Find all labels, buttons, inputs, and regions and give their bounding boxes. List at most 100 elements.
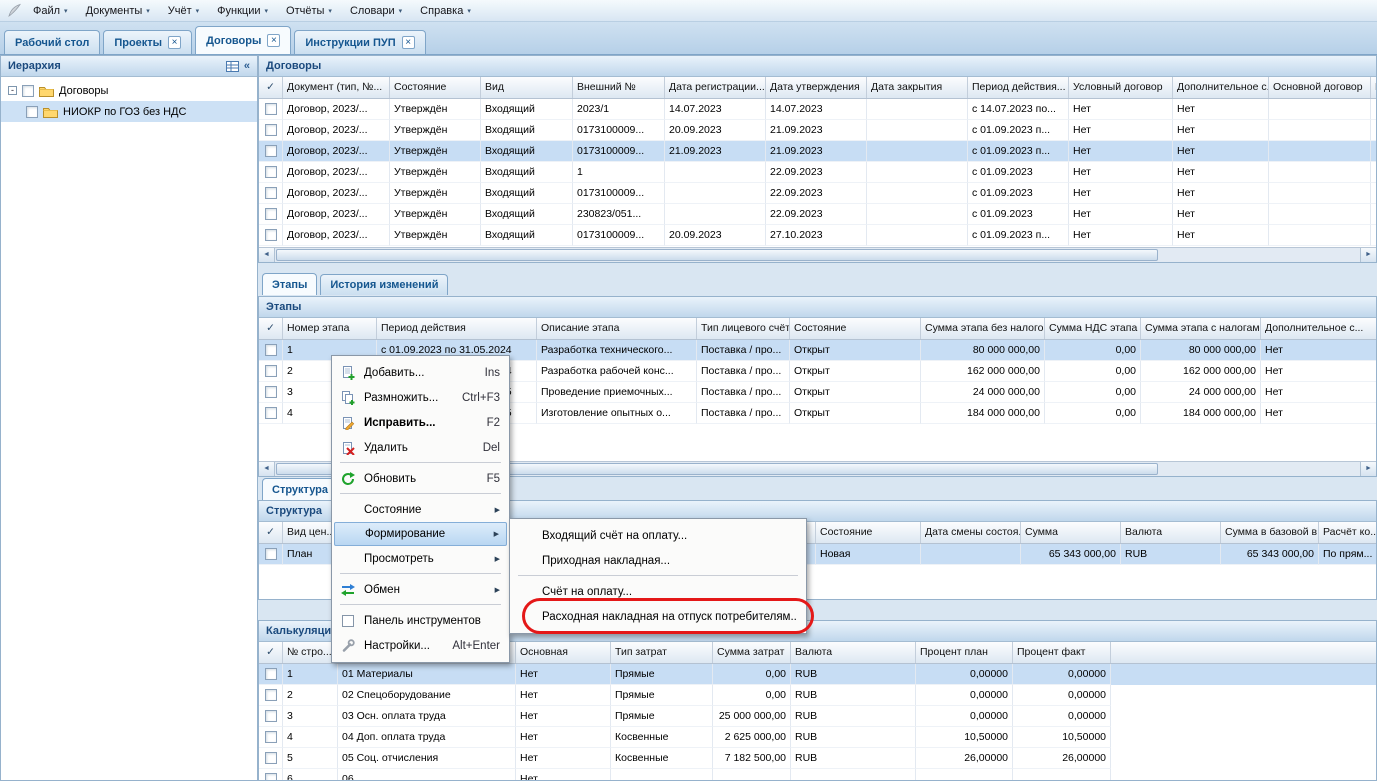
tree-collapse-icon[interactable]: - [8,86,17,95]
scroll-left-icon[interactable]: ◄ [259,462,275,476]
context-menu-item[interactable]: ОбновитьF5 [334,466,507,491]
menubar-item[interactable]: Файл▾ [24,2,77,20]
context-menu-item[interactable]: Добавить...Ins [334,360,507,385]
row-checkbox[interactable] [265,548,277,560]
table-row[interactable]: Договор, 2023/...УтверждёнВходящий017310… [259,183,1376,204]
context-menu-item[interactable]: УдалитьDel [334,435,507,460]
table-row[interactable]: 404 Доп. оплата трудаНетКосвенные2 625 0… [259,727,1376,748]
row-checkbox[interactable] [265,145,277,157]
scroll-left-icon[interactable]: ◄ [259,248,275,262]
row-checkbox[interactable] [265,124,277,136]
table-row[interactable]: 202 СпецоборудованиеНетПрямые0,00RUB0,00… [259,685,1376,706]
row-checkbox[interactable] [265,407,277,419]
row-checkbox[interactable] [265,187,277,199]
table-row[interactable]: 606Нет [259,769,1376,780]
row-checkbox[interactable] [265,365,277,377]
row-checkbox[interactable] [265,731,277,743]
table-row[interactable]: 505 Соц. отчисленияНетКосвенные7 182 500… [259,748,1376,769]
horizontal-scrollbar[interactable]: ◄ ► [259,247,1376,262]
menubar-item[interactable]: Учёт▾ [159,2,208,20]
table-row[interactable]: Договор, 2023/...УтверждёнВходящий017310… [259,120,1376,141]
column-header[interactable]: Процент план [916,642,1013,663]
tree-node-checkbox[interactable] [22,85,34,97]
menubar-item[interactable]: Отчёты▾ [277,2,341,20]
column-header[interactable]: Номер этапа [283,318,377,339]
menubar-item[interactable]: Справка▾ [411,2,480,20]
table-row[interactable]: 101 МатериалыНетПрямые0,00RUB0,000000,00… [259,664,1376,685]
table-row[interactable]: 303 Осн. оплата трудаНетПрямые25 000 000… [259,706,1376,727]
context-menu-item[interactable]: Входящий счёт на оплату... [512,523,804,548]
column-header[interactable]: № стро... [283,642,338,663]
context-menu-item[interactable]: Исправить...F2 [334,410,507,435]
column-header[interactable]: Тип лицевого счёт... [697,318,790,339]
column-header[interactable]: Состояние [390,77,481,98]
column-header[interactable]: Основная [516,642,611,663]
tab-close-icon[interactable]: × [267,34,280,47]
table-row[interactable]: Договор, 2023/...УтверждёнВходящий122.09… [259,162,1376,183]
table-row[interactable]: Договор, 2023/...УтверждёнВходящий230823… [259,204,1376,225]
scroll-thumb[interactable] [276,249,1158,261]
tree-node-checkbox[interactable] [26,106,38,118]
column-header[interactable]: Сумма [1021,522,1121,543]
column-header[interactable]: Сумма НДС этапа [1045,318,1141,339]
column-header[interactable]: Сумма этапа без налогов [921,318,1045,339]
row-checkbox[interactable] [265,752,277,764]
column-header[interactable]: Документ (тип, №... [283,77,390,98]
column-header[interactable]: Сумма в базовой в... [1221,522,1319,543]
column-header[interactable]: Состояние [816,522,921,543]
tab-close-icon[interactable]: × [402,36,415,49]
row-checkbox[interactable] [265,668,277,680]
row-checkbox[interactable] [265,386,277,398]
column-header[interactable]: Тип затрат [611,642,713,663]
menubar-item[interactable]: Словари▾ [341,2,411,20]
scroll-right-icon[interactable]: ► [1360,462,1376,476]
context-menu-item[interactable]: Расходная накладная на отпуск потребител… [512,604,804,629]
column-header[interactable]: Расчёт ко... [1319,522,1376,543]
row-checkbox[interactable] [265,773,277,780]
column-header[interactable]: Описание этапа [537,318,697,339]
context-menu-item[interactable]: Панель инструментов [334,608,507,633]
tree-node-root[interactable]: - Договоры [1,80,257,101]
row-checkbox[interactable] [265,344,277,356]
menubar-item[interactable]: Функции▾ [208,2,277,20]
column-header[interactable]: Валюта [1121,522,1221,543]
context-menu-item[interactable]: Просмотреть▶ [334,546,507,571]
column-header[interactable]: Валюта [791,642,916,663]
column-header[interactable]: Процент факт [1013,642,1111,663]
tab-item[interactable]: Рабочий стол [4,30,100,54]
row-checkbox[interactable] [265,103,277,115]
tab-item[interactable]: Структура [262,478,338,500]
context-menu-item[interactable]: Формирование▶ [334,522,507,546]
tab-item[interactable]: Договоры× [195,26,291,54]
column-header[interactable]: Сумма затрат [713,642,791,663]
tab-item[interactable]: Этапы [262,273,317,295]
row-checkbox[interactable] [265,166,277,178]
column-header[interactable]: Дополнительное с... [1261,318,1376,339]
row-checkbox[interactable] [265,208,277,220]
table-row[interactable]: Договор, 2023/...УтверждёнВходящий017310… [259,141,1376,162]
column-header[interactable]: Основной договор [1269,77,1371,98]
context-menu-item[interactable]: Настройки...Alt+Enter [334,633,507,658]
column-header[interactable]: Вид [481,77,573,98]
column-header[interactable]: Состояние [790,318,921,339]
row-checkbox[interactable] [265,710,277,722]
context-menu-item[interactable]: Счёт на оплату... [512,579,804,604]
context-menu-item[interactable]: Состояние▶ [334,497,507,522]
scroll-right-icon[interactable]: ► [1360,248,1376,262]
table-row[interactable]: Договор, 2023/...УтверждёнВходящий017310… [259,225,1376,246]
menubar-item[interactable]: Документы▾ [77,2,159,20]
column-header[interactable]: Условный договор [1069,77,1173,98]
view-grid-icon[interactable] [226,61,239,72]
column-header[interactable]: Дата закрытия [867,77,968,98]
column-header[interactable]: Период действия... [968,77,1069,98]
row-checkbox[interactable] [265,229,277,241]
column-header[interactable]: Дата регистрации... [665,77,766,98]
tab-item[interactable]: Инструкции ПУП× [294,30,425,54]
context-menu-item[interactable]: Размножить...Ctrl+F3 [334,385,507,410]
context-menu-item[interactable]: Приходная накладная... [512,548,804,573]
collapse-panel-icon[interactable]: « [244,60,250,72]
context-menu-item[interactable]: Обмен▶ [334,577,507,602]
tree-node-child[interactable]: НИОКР по ГОЗ без НДС [1,101,257,122]
column-header[interactable]: Дата утверждения [766,77,867,98]
column-header[interactable]: Сумма этапа с налогами [1141,318,1261,339]
